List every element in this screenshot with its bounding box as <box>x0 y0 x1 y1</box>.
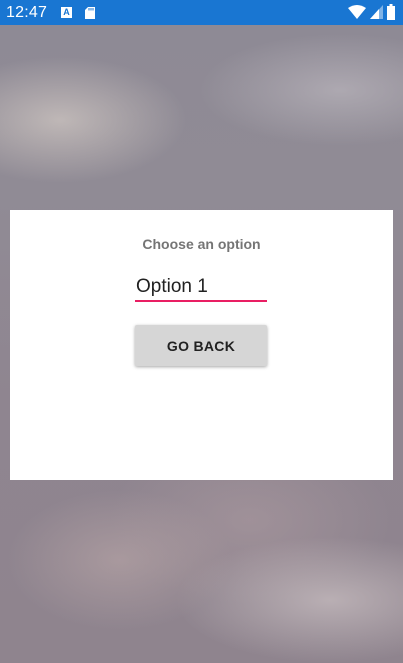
go-back-button[interactable]: GO BACK <box>135 325 267 366</box>
status-bar: 12:47 A <box>0 0 403 25</box>
option-dialog: Choose an option Option 1 GO BACK <box>10 210 393 480</box>
status-indicators <box>348 4 395 20</box>
app-screen: 12:47 A Choose an option Option 1 GO BAC… <box>0 0 403 663</box>
battery-icon <box>387 4 395 20</box>
wifi-icon <box>348 5 366 19</box>
status-time: 12:47 <box>6 3 48 21</box>
a-notification-icon: A <box>61 7 73 18</box>
sd-card-icon <box>85 6 96 19</box>
dialog-title: Choose an option <box>142 236 261 252</box>
cell-signal-icon <box>370 5 383 19</box>
option-select[interactable]: Option 1 <box>135 272 267 302</box>
